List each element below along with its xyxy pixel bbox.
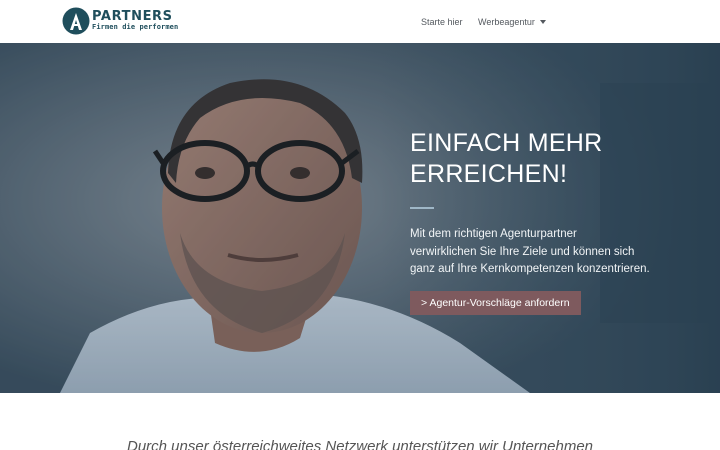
hero-content: EINFACH MEHR ERREICHEN! Mit dem richtige… [410,128,670,315]
intro-text: Durch unser österreichweites Netzwerk un… [126,438,594,450]
logo-tagline: Firmen die performen [92,23,179,31]
logo[interactable]: PARTNERS Firmen die performen [62,7,178,35]
chevron-down-icon[interactable] [539,19,546,24]
nav-item-werbeagentur[interactable]: Werbeagentur [478,0,546,43]
nav-item-starte-hier[interactable]: Starte hier [421,0,463,43]
hero-text-line: Mit dem richtigen Agenturpartner [410,228,577,240]
logo-a-icon [62,7,90,35]
hero-section: EINFACH MEHR ERREICHEN! Mit dem richtige… [0,43,720,393]
hero-description: Mit dem richtigen Agenturpartner verwirk… [410,226,670,279]
request-agency-proposals-button[interactable]: > Agentur-Vorschläge anfordern [410,290,581,315]
hero-text-line: verwirklichen Sie Ihre Ziele und können … [410,245,635,258]
hero-text-line: ganz auf Ihre Kernkompetenzen konzentrie… [410,263,650,275]
nav-item-label: Starte hier [421,16,463,27]
nav-item-label: Werbeagentur [478,16,535,27]
hero-title-line: EINFACH MEHR [410,129,603,157]
site-header: PARTNERS Firmen die performen Starte hie… [0,0,720,43]
hero-title-line: ERREICHEN! [410,160,568,188]
hero-title: EINFACH MEHR ERREICHEN! [410,128,670,190]
hero-divider [410,207,434,209]
logo-name: PARTNERS [92,9,173,24]
